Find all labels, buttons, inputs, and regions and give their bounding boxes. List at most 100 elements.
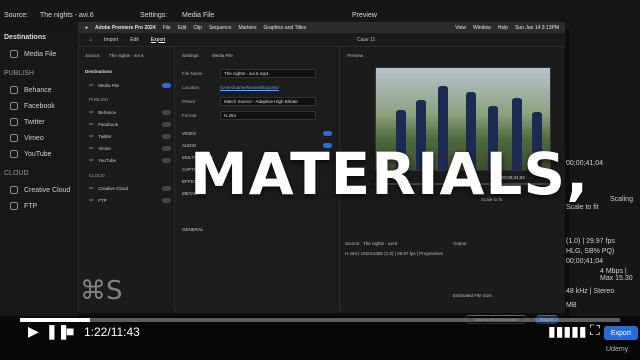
media-file-toggle[interactable]	[162, 82, 171, 88]
youtube-toggle[interactable]	[162, 157, 171, 163]
menu-window[interactable]: Window	[473, 25, 491, 31]
stop-icon[interactable]: ■	[66, 323, 74, 339]
menu-edit[interactable]: Edit	[178, 25, 187, 31]
section-video[interactable]: VIDEO	[182, 131, 332, 136]
menu-view[interactable]: View	[455, 25, 466, 31]
inner-item-youtube[interactable]: ▭ YouTube	[89, 157, 171, 163]
progress-bar[interactable]	[20, 318, 620, 322]
inner-item-vimeo[interactable]: ▭ Vimeo	[89, 145, 171, 151]
section-general[interactable]: GENERAL	[182, 227, 332, 232]
facebook-toggle[interactable]	[162, 121, 171, 127]
subtitle-caption: MATERIALS,	[190, 140, 590, 208]
inner-item-twitter[interactable]: ▭ Twitter	[89, 133, 171, 139]
clock: Sun Jan 14 3:13PM	[515, 25, 559, 31]
outer-source-label: Source:	[4, 12, 29, 19]
source-video-info: H.264 | 1920x1080 (1.0) | 29.97 fps | Pr…	[345, 251, 444, 256]
twitter-icon	[10, 118, 18, 126]
media-file-icon	[10, 50, 18, 58]
outer-item-creative-cloud[interactable]: Creative Cloud	[10, 186, 70, 194]
twitter-icon: ▭	[89, 133, 94, 138]
outer-settings-label: Settings:	[140, 12, 168, 19]
outer-item-facebook[interactable]: Facebook	[10, 102, 55, 110]
volume-icon[interactable]: ▮▮▮▮▮	[548, 323, 587, 340]
menu-app-name[interactable]: Adobe Premiere Pro 2024	[95, 25, 156, 31]
fullscreen-icon[interactable]: ⛶	[590, 322, 600, 339]
shortcut-watermark: ⌘S	[80, 276, 123, 306]
menu-help[interactable]: Help	[498, 25, 508, 31]
preset-label: Preset	[182, 99, 196, 104]
preset-select[interactable]: Match Source - Adaptive High Bitrate	[220, 97, 316, 106]
inner-preview-label: Preview	[347, 53, 364, 58]
location-link[interactable]: /Users/name/Movies/Exports/	[220, 85, 279, 90]
menu-file[interactable]: File	[163, 25, 171, 31]
inner-destinations-title: Destinations	[85, 69, 113, 74]
outer-item-twitter[interactable]: Twitter	[10, 118, 45, 126]
source-info-value: The nights - avi.6	[363, 241, 398, 246]
facebook-icon	[10, 102, 18, 110]
inner-source-label: Source:	[85, 53, 101, 58]
menu-markers[interactable]: Markers	[238, 25, 256, 31]
vimeo-icon	[10, 134, 18, 142]
output-label: Output	[453, 241, 467, 246]
est-size-label: Estimated File Size:	[453, 293, 493, 298]
inner-item-behance[interactable]: ▭ Behance	[89, 109, 171, 115]
outer-scaling-label: Scaling	[610, 196, 633, 203]
tab-export[interactable]: Export	[151, 37, 165, 43]
outer-audio-info: 48 kHz | Stereo	[566, 288, 615, 295]
outer-publish-heading: PUBLISH	[4, 70, 34, 77]
outer-fps-info: (1.0) | 29.97 fps	[566, 238, 615, 245]
inner-publish-heading: PUBLISH	[89, 97, 109, 102]
menu-sequence[interactable]: Sequence	[209, 25, 232, 31]
creative-cloud-icon	[10, 186, 18, 194]
media-file-icon: ▭	[89, 82, 94, 87]
source-info-label: Source:	[345, 241, 361, 246]
home-icon[interactable]: ⌂	[89, 37, 92, 43]
progress-fill	[20, 318, 90, 322]
tab-edit[interactable]: Edit	[130, 37, 139, 43]
behance-icon: ▭	[89, 109, 94, 114]
udemy-logo: Udemy	[606, 346, 629, 353]
outer-export-button[interactable]: Export	[604, 326, 638, 340]
inner-source-value: The nights - avi.6	[109, 53, 144, 58]
outer-item-youtube[interactable]: YouTube	[10, 150, 52, 158]
mac-menubar: ● Adobe Premiere Pro 2024 File Edit Clip…	[79, 23, 565, 33]
outer-size-info: MB	[566, 302, 577, 309]
outer-media-file-item[interactable]: Media File	[10, 50, 56, 58]
apple-icon[interactable]: ●	[85, 25, 88, 31]
vimeo-icon: ▭	[89, 145, 94, 150]
play-icon[interactable]: ▶	[28, 323, 39, 340]
behance-toggle[interactable]	[162, 109, 171, 115]
behance-icon	[10, 86, 18, 94]
inner-item-ftp[interactable]: ▭ FTP	[89, 197, 171, 203]
vimeo-toggle[interactable]	[162, 145, 171, 151]
video-toggle[interactable]	[323, 131, 332, 136]
outer-item-behance[interactable]: Behance	[10, 86, 52, 94]
outer-item-ftp[interactable]: FTP	[10, 202, 37, 210]
twitter-toggle[interactable]	[162, 133, 171, 139]
playback-time: 1:22/11:43	[84, 325, 140, 339]
outer-item-vimeo[interactable]: Vimeo	[10, 134, 44, 142]
inner-item-facebook[interactable]: ▭ Facebook	[89, 121, 171, 127]
file-name-input[interactable]: The nights - avi.6.mp4	[220, 69, 316, 78]
tab-import[interactable]: Import	[104, 37, 118, 43]
menu-graphics[interactable]: Graphics and Titles	[264, 25, 307, 31]
youtube-icon: ▭	[89, 157, 94, 162]
outer-cloud-heading: CLOUD	[4, 170, 29, 177]
file-name-label: File Name	[182, 71, 203, 76]
menu-clip[interactable]: Clip	[193, 25, 202, 31]
outer-preview-label: Preview	[352, 12, 377, 19]
ftp-icon: ▭	[89, 197, 94, 202]
creative-cloud-toggle[interactable]	[162, 185, 171, 191]
inner-settings-label: Settings:	[182, 53, 200, 58]
outer-settings-value: Media File	[182, 12, 215, 19]
format-select[interactable]: H.264	[220, 111, 316, 120]
outer-hlg-info: HLG, SB% PQ)	[566, 248, 615, 255]
youtube-icon	[10, 150, 18, 158]
outer-dur-info: 00;00;41;04	[566, 258, 603, 265]
inner-destinations-panel: Source: The nights - avi.6 Destinations …	[79, 47, 175, 313]
inner-media-file-item[interactable]: ▭ Media File	[89, 82, 171, 88]
inner-item-creative-cloud[interactable]: ▭ Creative Cloud	[89, 185, 171, 191]
ftp-toggle[interactable]	[162, 197, 171, 203]
inner-cloud-heading: CLOUD	[89, 173, 105, 178]
outer-destinations-title: Destinations	[4, 34, 47, 41]
